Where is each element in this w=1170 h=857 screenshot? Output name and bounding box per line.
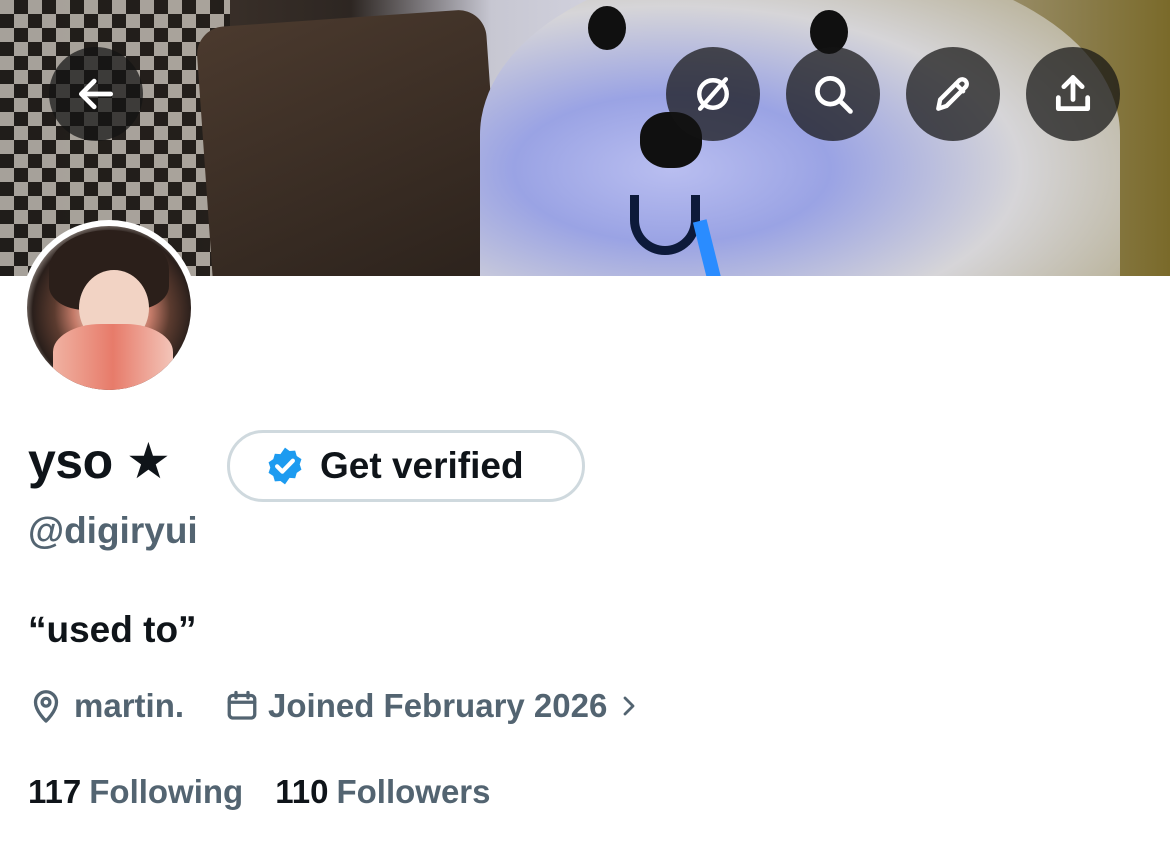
avatar-scarf [53,324,173,390]
arrow-left-icon [78,78,114,110]
profile-banner[interactable] [0,0,1170,276]
display-name: yso ★ [28,433,171,489]
verified-badge-icon [268,447,302,485]
profile-bio: “used to” [28,609,197,650]
following-count: 117 [28,773,82,810]
avatar-photo [27,226,191,390]
grok-button[interactable] [666,47,760,141]
share-icon [1055,75,1091,112]
edit-button[interactable] [906,47,1000,141]
banner-phone [195,8,505,276]
search-button[interactable] [786,47,880,141]
banner-plush-eye-left [588,6,626,50]
back-button[interactable] [49,47,143,141]
location-pin-icon [33,690,59,723]
following-link[interactable]: 117 Following [28,773,243,811]
following-label: Following [89,773,244,810]
followers-link[interactable]: 110 Followers [275,773,490,811]
location-item: martin. [28,687,184,725]
chevron-right-icon [623,696,635,716]
joined-item[interactable]: Joined February 2026 [224,687,641,725]
followers-label: Followers [336,773,491,810]
banner-plush [480,0,1120,276]
profile-stats: 117 Following 110 Followers [28,773,491,811]
followers-count: 110 [275,773,329,810]
profile-handle: @digiryui [28,510,198,551]
calendar-icon [227,690,257,720]
grok-icon [697,77,729,111]
get-verified-label: Get verified [320,445,524,486]
get-verified-button[interactable]: Get verified [227,430,585,502]
joined-text: Joined February 2026 [268,687,608,724]
avatar[interactable] [21,220,197,396]
search-icon [815,76,853,114]
location-text: martin. [74,687,185,724]
profile-meta: martin. Joined February 2026 [28,684,641,728]
share-button[interactable] [1026,47,1120,141]
pencil-icon [936,77,969,111]
